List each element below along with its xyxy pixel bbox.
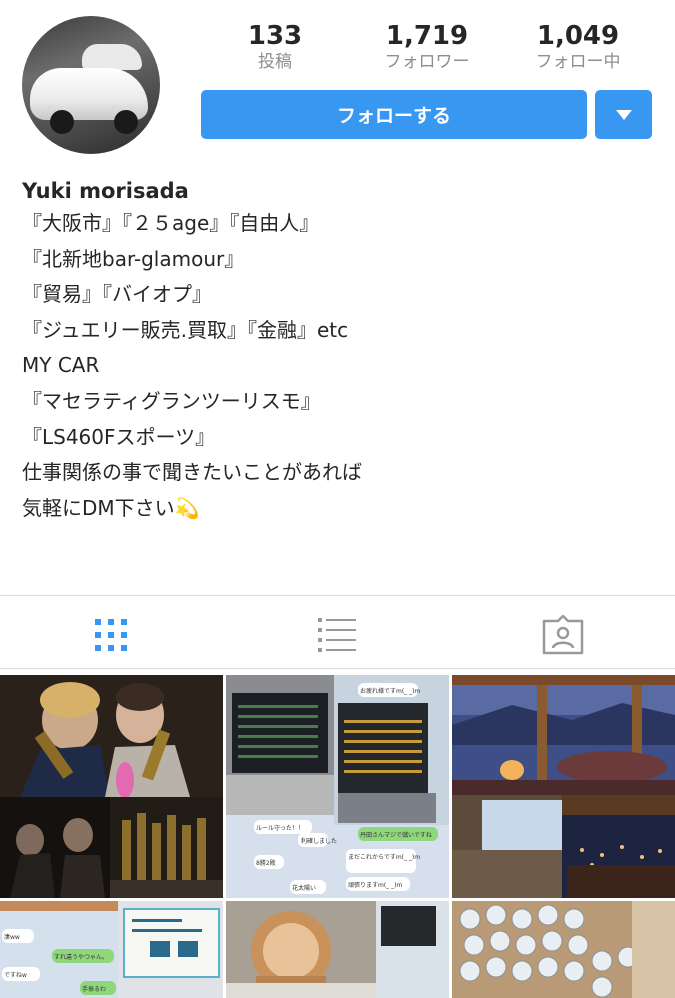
bio-line: 『ジュエリー販売.買取』『金融』etc [22, 317, 349, 342]
chat-text: 8勝2敗 [256, 860, 276, 867]
tab-tagged[interactable] [533, 610, 593, 660]
profile-stats: 133 投稿 1,719 フォロワー 1,049 フォロー中 [200, 20, 655, 76]
chat-text: 丹田さんマジで儲いですね [360, 832, 432, 839]
chat-text: 花太陽い [292, 885, 317, 892]
car-wheel [114, 110, 138, 134]
bio-line: 仕事関係の事で聞きたいことがあれば [22, 460, 362, 485]
tabs-divider-bottom [0, 668, 675, 669]
tagged-icon [542, 615, 584, 655]
bio-line: 『LS460Fスポーツ』 [22, 424, 216, 449]
bio-line: 気軽にDM下さい💫 [22, 495, 200, 520]
post-image [452, 901, 675, 998]
tab-list[interactable] [307, 610, 367, 660]
stat-following[interactable]: 1,049 フォロー中 [503, 20, 653, 72]
grid-icon [95, 619, 127, 651]
stat-label: フォロワー [384, 52, 470, 72]
stat-followers[interactable]: 1,719 フォロワー [352, 20, 502, 72]
post-thumbnail[interactable] [452, 901, 675, 998]
post-image [452, 675, 675, 898]
post-thumbnail[interactable] [0, 675, 223, 898]
stat-count: 133 [247, 21, 303, 51]
chat-text: ですねw [4, 972, 27, 979]
post-thumbnail[interactable]: 凄ww すれ違うやつゃん。 ですねw 手振るわ [0, 901, 223, 998]
avatar[interactable] [22, 16, 160, 154]
post-image [0, 901, 223, 998]
stat-label: 投稿 [258, 52, 292, 72]
follow-button[interactable]: フォローする [201, 90, 587, 139]
chat-text: 頑張りますm(_ _)m [348, 882, 403, 889]
chat-text: すれ違うやつゃん。 [54, 954, 109, 961]
bio-line: 『マセラティグランツーリスモ』 [22, 388, 321, 413]
tab-grid[interactable] [81, 610, 141, 660]
chat-text: 利確しました [301, 838, 338, 845]
tabs-divider-top [0, 595, 675, 596]
post-thumbnail[interactable] [452, 675, 675, 898]
bio-line: 『大阪市』『２５age』『自由人』 [22, 211, 320, 235]
post-thumbnail[interactable] [226, 901, 449, 998]
profile-bio: Yuki morisada 『大阪市』『２５age』『自由人』 『北新地bar-… [22, 176, 662, 526]
bio-line: 『北新地bar-glamour』 [22, 246, 245, 271]
profile-username: Yuki morisada [22, 179, 189, 203]
post-image [0, 675, 223, 898]
stat-count: 1,049 [536, 21, 620, 51]
car-wheel [50, 110, 74, 134]
chat-text: 凄ww [4, 934, 20, 941]
post-image [226, 901, 449, 998]
car-roof [82, 44, 142, 70]
triangle-down-icon [615, 109, 632, 120]
post-thumbnail[interactable]: ルール守った！！ 利確しました 8勝2敗 花太陽い お疲れ様ですm(_ _)m … [226, 675, 449, 898]
list-icon [318, 618, 356, 652]
suggestions-dropdown-button[interactable] [595, 90, 652, 139]
chat-text: 手振るわ [82, 986, 107, 993]
chat-text: お疲れ様ですm(_ _)m [360, 688, 421, 695]
stat-count: 1,719 [385, 21, 469, 51]
stat-posts[interactable]: 133 投稿 [200, 20, 350, 72]
bio-line: MY CAR [22, 353, 100, 378]
chat-text: まだこれからですm(_ _)m [348, 854, 421, 861]
bio-line: 『貿易』『バイオプ』 [22, 282, 212, 307]
chat-text: ルール守った！！ [256, 825, 305, 832]
stat-label: フォロー中 [535, 52, 621, 72]
posts-grid: ルール守った！！ 利確しました 8勝2敗 花太陽い お疲れ様ですm(_ _)m … [0, 675, 675, 998]
